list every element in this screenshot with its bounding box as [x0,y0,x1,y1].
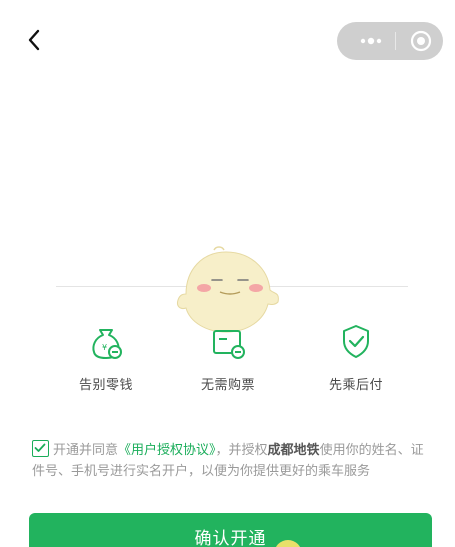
feature-ride-first-pay-later: 先乘后付 [296,322,416,393]
miniprogram-capsule [337,22,443,60]
ticket-icon [213,330,245,359]
shield-check-icon [343,325,369,358]
confirm-open-button[interactable]: 确认开通 [29,513,432,547]
close-miniprogram-button[interactable] [409,29,433,53]
feature-label: 无需购票 [200,378,255,393]
feature-no-change: ¥ 告别零钱 [46,322,166,393]
more-button[interactable] [355,22,387,60]
agreement-prefix: 开通并同意 [53,443,119,458]
money-bag-icon: ¥ [92,329,122,359]
feature-no-ticket: 无需购票 [168,322,288,393]
user-agreement-link[interactable]: 《用户授权协议》 [118,443,216,458]
capsule-divider [395,32,396,50]
checkmark-icon [34,443,46,452]
agreement-company: 成都地铁 [267,443,320,458]
target-circle-icon [410,30,432,52]
back-button[interactable] [22,26,50,54]
agreement-checkbox[interactable] [32,440,49,457]
svg-text:¥: ¥ [102,343,107,352]
agreement-text: 开通并同意《用户授权协议》，并授权成都地铁使用你的姓名、证件号、手机号进行实名开… [32,440,432,482]
feature-label: 告别零钱 [78,378,133,393]
chevron-left-icon [28,29,40,51]
agreement-middle: ，并授权 [215,443,268,458]
feature-label: 先乘后付 [328,378,383,393]
more-dots-icon [360,37,382,45]
